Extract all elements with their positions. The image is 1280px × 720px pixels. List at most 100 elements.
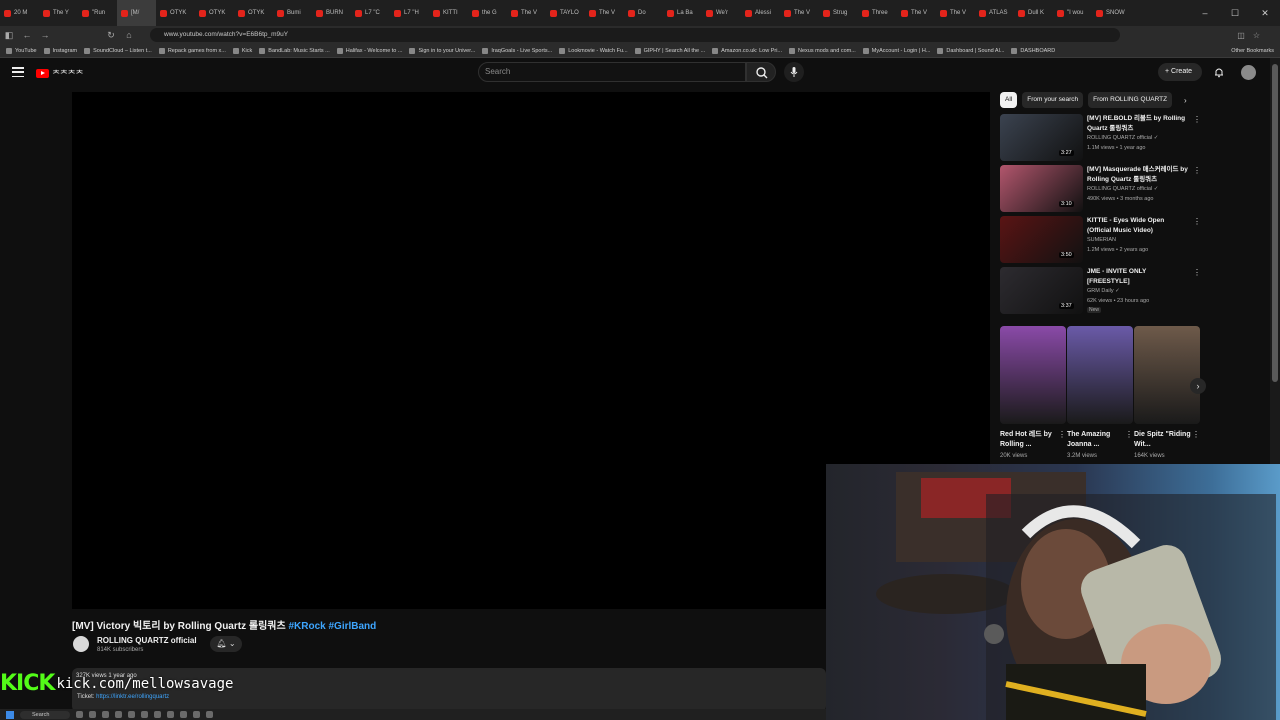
extensions-icon[interactable]: ◫ (1237, 31, 1245, 40)
shorts-next-button[interactable]: › (1190, 378, 1206, 394)
url-field[interactable]: www.youtube.com/watch?v=E6B6tp_m9uY (150, 28, 1120, 42)
browser-tab[interactable]: The V (585, 0, 624, 26)
app-icon[interactable] (141, 711, 148, 718)
browser-tab[interactable]: 20 M (0, 0, 39, 26)
task-view-icon[interactable] (76, 711, 83, 718)
browser-tab[interactable]: OTYK (195, 0, 234, 26)
channel-name[interactable]: ROLLING QUARTZ official ✓ (1087, 186, 1158, 192)
voice-search-button[interactable] (784, 62, 804, 82)
recommended-video[interactable]: 3:37 JME - INVITE ONLY [FREESTYLE] GRM Dai… (1000, 267, 1201, 317)
bookmark-item[interactable]: BandLab: Music Starts ... (259, 47, 330, 54)
search-button[interactable] (746, 62, 776, 82)
bookmark-item[interactable]: GIPHY | Search All the ... (634, 47, 705, 54)
more-options-icon[interactable]: ⋮ (1193, 167, 1201, 175)
filter-chip[interactable]: All (1000, 92, 1018, 108)
more-options-icon[interactable]: ⋮ (1125, 430, 1133, 439)
notify-bell-button[interactable]: 🔔︎ ⌄ (210, 636, 242, 652)
scrollbar-thumb[interactable] (1272, 64, 1278, 382)
video-title[interactable]: KITTIE - Eyes Wide Open (Official Music … (1087, 216, 1189, 236)
browser-tab[interactable]: The V (936, 0, 975, 26)
video-title[interactable]: [MV] Masquerade 매스커레이드 by Rolling Quartz… (1087, 165, 1189, 185)
channel-name[interactable]: GRM Daily ✓ (1087, 288, 1120, 294)
browser-tab[interactable]: the G (468, 0, 507, 26)
bookmark-item[interactable]: Nexus mods and com... (789, 47, 856, 54)
app-icon[interactable] (167, 711, 174, 718)
video-title[interactable]: [MV] RE.BOLD 리볼드 by Rolling Quartz 롤링쿼츠 (1087, 114, 1189, 134)
browser-tab[interactable]: L7 "H (390, 0, 429, 26)
browser-tab[interactable]: L7 "C (351, 0, 390, 26)
video-title[interactable]: JME - INVITE ONLY [FREESTYLE] (1087, 267, 1189, 287)
maximize-icon[interactable]: ☐ (1220, 8, 1250, 19)
bookmark-item[interactable]: Halifax - Welcome to ... (336, 47, 402, 54)
bookmark-item[interactable]: MyAccount - Login | H... (862, 47, 930, 54)
channel-name[interactable]: ROLLING QUARTZ official (97, 636, 197, 645)
star-icon[interactable]: ☆ (1253, 31, 1260, 40)
taskbar-search[interactable]: Search (20, 710, 70, 719)
chrome-icon[interactable] (89, 711, 96, 718)
file-explorer-icon[interactable] (128, 711, 135, 718)
home-icon[interactable]: ⌂ (120, 30, 138, 40)
user-avatar[interactable] (1241, 65, 1256, 80)
short-thumbnail[interactable] (1000, 326, 1066, 424)
edge-icon[interactable] (102, 711, 109, 718)
browser-tab[interactable]: The V (507, 0, 546, 26)
bookmark-item[interactable]: DASHBOARD (1011, 47, 1055, 54)
browser-tab[interactable]: [M/ (117, 0, 156, 26)
bookmark-item[interactable]: Sign in to your Univer... (409, 47, 475, 54)
bookmark-item[interactable]: Kick (232, 47, 252, 54)
browser-tab[interactable]: KITTI (429, 0, 468, 26)
filter-chip[interactable]: From ROLLING QUARTZ (1088, 92, 1173, 108)
browser-tab[interactable]: We'r (702, 0, 741, 26)
short-item[interactable]: The Amazing Joanna ... 3.2M views ⋮ (1067, 326, 1133, 459)
bookmark-item[interactable]: YouTube (6, 47, 37, 54)
browser-tab[interactable]: Dull K (1014, 0, 1053, 26)
video-hashtags[interactable]: #KRock #GirlBand (288, 621, 376, 632)
other-bookmarks[interactable]: Other Bookmarks (1231, 48, 1274, 54)
short-item[interactable]: Die Spitz "Riding Wit... 164K views ⋮ (1134, 326, 1200, 459)
app-icon[interactable] (193, 711, 200, 718)
bookmark-item[interactable]: Amazon.co.uk: Low Pri... (712, 47, 782, 54)
youtube-logo[interactable]: ᄎᄎᄎᄎ (36, 67, 84, 80)
browser-tab[interactable]: La Ba (663, 0, 702, 26)
more-options-icon[interactable]: ⋮ (1193, 218, 1201, 226)
browser-tab[interactable]: SNOW (1092, 0, 1131, 26)
bookmark-item[interactable]: SoundCloud – Listen t... (84, 47, 152, 54)
short-title[interactable]: The Amazing Joanna ... (1067, 430, 1125, 450)
windows-start-icon[interactable] (6, 710, 14, 719)
spotify-icon[interactable] (115, 711, 122, 718)
browser-tab[interactable]: The Y (39, 0, 78, 26)
obs-icon[interactable] (206, 711, 213, 718)
filter-chip[interactable]: From your search (1022, 92, 1084, 108)
bookmark-item[interactable]: Repack games from x... (158, 47, 226, 54)
browser-tab[interactable]: Alessi (741, 0, 780, 26)
more-options-icon[interactable]: ⋮ (1058, 430, 1066, 439)
short-item[interactable]: Red Hot 레드 by Rolling ... 20K views ⋮ (1000, 326, 1066, 459)
app-icon[interactable] (154, 711, 161, 718)
browser-tab[interactable]: ATLAS (975, 0, 1014, 26)
forward-icon[interactable]: → (36, 30, 54, 40)
sidebar-toggle-icon[interactable]: ◧ (0, 30, 18, 41)
close-window-icon[interactable]: ✕ (1250, 8, 1280, 19)
browser-tab[interactable]: Three (858, 0, 897, 26)
browser-tab[interactable]: Do (624, 0, 663, 26)
create-button[interactable]: + Create (1158, 63, 1202, 81)
browser-tab[interactable]: Strug (819, 0, 858, 26)
short-thumbnail[interactable] (1134, 326, 1200, 424)
browser-tab[interactable]: TAYLO (546, 0, 585, 26)
browser-tab[interactable]: BURN (312, 0, 351, 26)
channel-avatar[interactable] (73, 636, 89, 652)
browser-tab[interactable]: The V (897, 0, 936, 26)
browser-tab[interactable]: OTYK (234, 0, 273, 26)
more-options-icon[interactable]: ⋮ (1192, 430, 1200, 439)
more-options-icon[interactable]: ⋮ (1193, 116, 1201, 124)
minimize-icon[interactable]: – (1190, 8, 1220, 18)
recommended-video[interactable]: 3:10 [MV] Masquerade 매스커레이드 by Rolling Qu… (1000, 165, 1201, 215)
back-icon[interactable]: ← (18, 30, 36, 40)
reload-icon[interactable]: ↻ (102, 30, 120, 41)
notifications-bell-icon[interactable] (1213, 66, 1225, 78)
bookmark-item[interactable]: Dashboard | Sound Al... (937, 47, 1004, 54)
short-title[interactable]: Die Spitz "Riding Wit... (1134, 430, 1192, 450)
search-input[interactable]: Search (478, 62, 746, 82)
app-icon[interactable] (180, 711, 187, 718)
short-title[interactable]: Red Hot 레드 by Rolling ... (1000, 430, 1058, 450)
